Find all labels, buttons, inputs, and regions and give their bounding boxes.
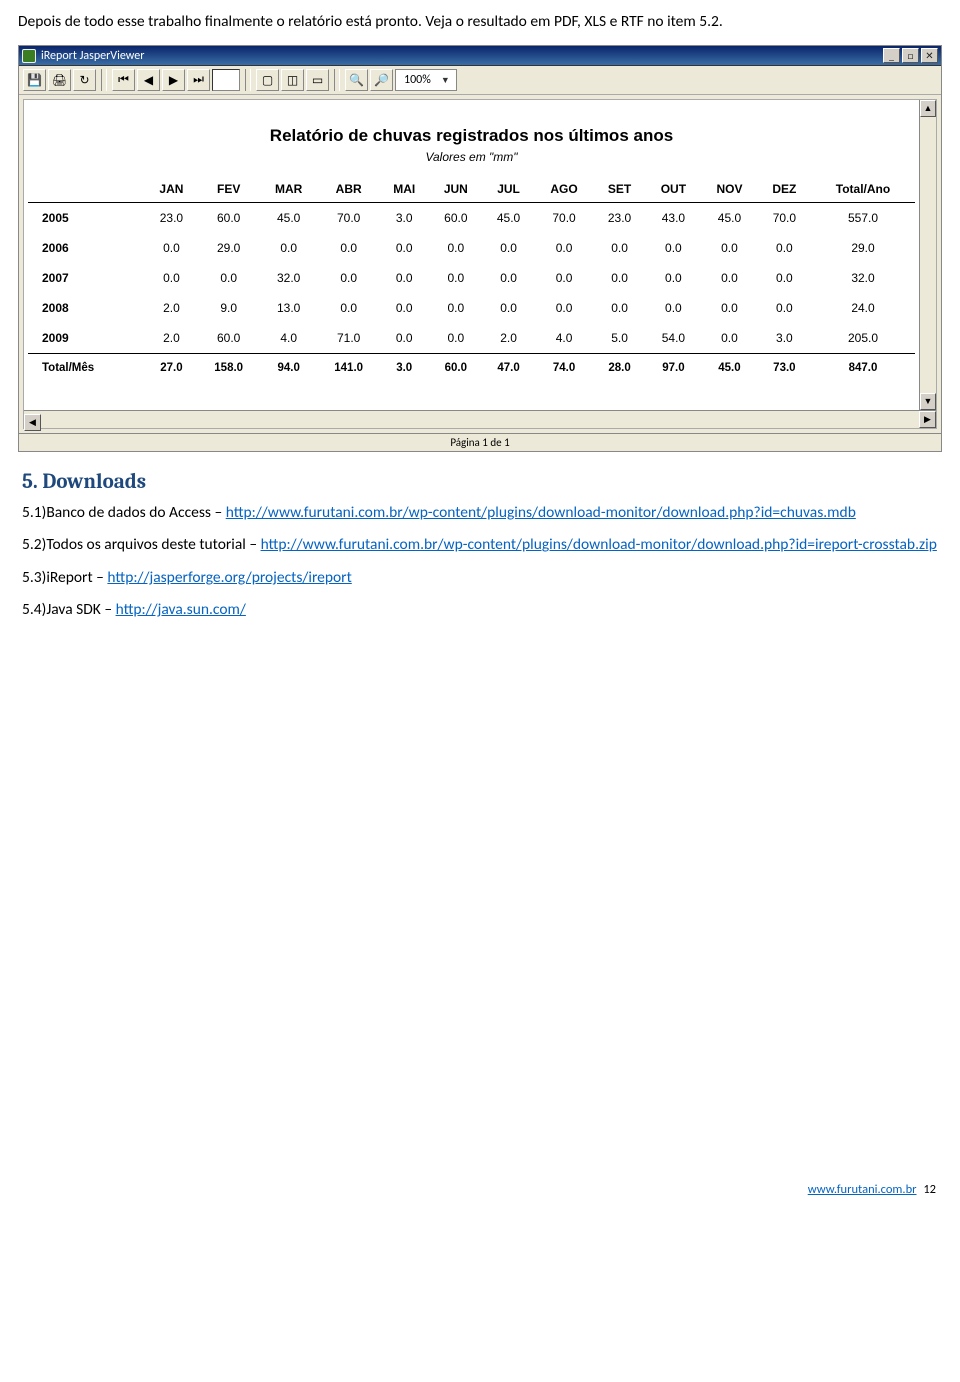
col-header: Total/Ano — [811, 176, 915, 203]
scroll-down-icon[interactable]: ▼ — [920, 393, 936, 410]
report-table: JANFEVMARABRMAIJUNJULAGOSETOUTNOVDEZTota… — [28, 176, 915, 382]
report-surface: Relatório de chuvas registrados nos últi… — [23, 99, 937, 429]
app-icon — [22, 49, 36, 63]
report-subtitle: Valores em "mm" — [28, 150, 915, 164]
col-header: NOV — [701, 176, 758, 203]
page-footer: www.furutani.com.br 12 — [18, 1182, 942, 1197]
scroll-right-icon[interactable]: ▶ — [919, 411, 936, 428]
col-header: MAI — [379, 176, 429, 203]
download-link[interactable]: http://www.furutani.com.br/wp-content/pl… — [261, 535, 937, 554]
first-page-icon[interactable]: ⏮ — [112, 69, 135, 91]
zoom-in-icon[interactable]: 🔍 — [345, 69, 368, 91]
table-row: 20082.09.013.00.00.00.00.00.00.00.00.00.… — [28, 293, 915, 323]
col-header: DEZ — [758, 176, 811, 203]
statusbar: Página 1 de 1 — [19, 433, 941, 451]
last-page-icon[interactable]: ⏭ — [187, 69, 210, 91]
scroll-up-icon[interactable]: ▲ — [920, 100, 936, 117]
chevron-down-icon: ▼ — [441, 75, 450, 86]
fit-page-icon[interactable]: ◫ — [281, 69, 304, 91]
download-item: 5.3)iReport – http://jasperforge.org/pro… — [22, 567, 942, 589]
total-row: Total/Mês27.0158.094.0141.03.060.047.074… — [28, 354, 915, 383]
table-row: 200523.060.045.070.03.060.045.070.023.04… — [28, 203, 915, 234]
col-header: JUL — [482, 176, 534, 203]
report-page: Relatório de chuvas registrados nos últi… — [24, 100, 919, 428]
download-label: 5.3)iReport – — [22, 568, 107, 587]
toolbar: 💾 🖨 ↻ ⏮ ◀ ▶ ⏭ ▢ ◫ ▭ 🔍 🔎 100% ▼ — [19, 66, 941, 95]
col-header: AGO — [535, 176, 594, 203]
download-item: 5.1)Banco de dados do Access – http://ww… — [22, 502, 942, 524]
report-viewer-window: iReport JasperViewer _ □ ✕ 💾 🖨 ↻ ⏮ ◀ ▶ ⏭… — [18, 45, 942, 452]
download-label: 5.2)Todos os arquivos deste tutorial – — [22, 535, 261, 554]
download-item: 5.4)Java SDK – http://java.sun.com/ — [22, 599, 942, 621]
col-header: ABR — [318, 176, 379, 203]
next-page-icon[interactable]: ▶ — [162, 69, 185, 91]
minimize-button[interactable]: _ — [883, 48, 900, 63]
download-label: 5.4)Java SDK – — [22, 600, 116, 619]
downloads-heading: 5. Downloads — [22, 470, 942, 494]
print-icon[interactable]: 🖨 — [48, 69, 71, 91]
vertical-scrollbar[interactable]: ▲ ▼ — [919, 100, 936, 410]
table-row: 20060.029.00.00.00.00.00.00.00.00.00.00.… — [28, 233, 915, 263]
footer-link[interactable]: www.furutani.com.br — [808, 1182, 917, 1197]
download-link[interactable]: http://www.furutani.com.br/wp-content/pl… — [226, 503, 856, 522]
window-title: iReport JasperViewer — [41, 49, 144, 63]
table-row: 20092.060.04.071.00.00.02.04.05.054.00.0… — [28, 323, 915, 354]
maximize-button[interactable]: □ — [902, 48, 919, 63]
col-header: SET — [593, 176, 645, 203]
download-link[interactable]: http://java.sun.com/ — [116, 600, 246, 619]
col-header: JUN — [429, 176, 482, 203]
reload-icon[interactable]: ↻ — [73, 69, 96, 91]
horizontal-scrollbar[interactable]: ◀ ▶ — [24, 410, 936, 428]
col-header — [28, 176, 145, 203]
download-item: 5.2)Todos os arquivos deste tutorial – h… — [22, 534, 942, 556]
download-link[interactable]: http://jasperforge.org/projects/ireport — [107, 568, 351, 587]
page-number: 12 — [923, 1182, 936, 1197]
titlebar: iReport JasperViewer _ □ ✕ — [19, 46, 941, 66]
col-header: JAN — [145, 176, 198, 203]
download-label: 5.1)Banco de dados do Access – — [22, 503, 226, 522]
fit-width-icon[interactable]: ▭ — [306, 69, 329, 91]
zoom-value: 100% — [404, 73, 431, 87]
col-header: OUT — [646, 176, 701, 203]
page-input[interactable] — [212, 69, 240, 91]
intro-text: Depois de todo esse trabalho finalmente … — [18, 12, 942, 31]
col-header: FEV — [198, 176, 259, 203]
col-header: MAR — [259, 176, 318, 203]
actual-size-icon[interactable]: ▢ — [256, 69, 279, 91]
zoom-select[interactable]: 100% ▼ — [395, 69, 457, 91]
report-title: Relatório de chuvas registrados nos últi… — [28, 126, 915, 146]
scroll-left-icon[interactable]: ◀ — [24, 414, 41, 431]
table-row: 20070.00.032.00.00.00.00.00.00.00.00.00.… — [28, 263, 915, 293]
prev-page-icon[interactable]: ◀ — [137, 69, 160, 91]
zoom-out-icon[interactable]: 🔎 — [370, 69, 393, 91]
close-button[interactable]: ✕ — [921, 48, 938, 63]
save-icon[interactable]: 💾 — [23, 69, 46, 91]
